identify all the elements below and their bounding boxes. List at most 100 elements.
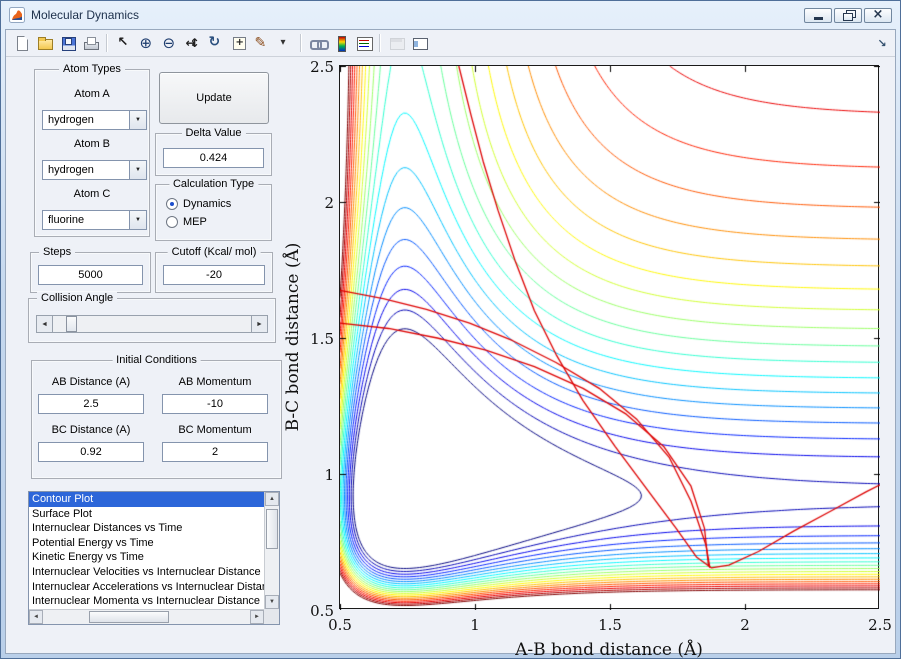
brush-button[interactable] bbox=[250, 32, 273, 55]
zoom-out-button[interactable] bbox=[158, 32, 181, 55]
initial-conditions-group-title: Initial Conditions bbox=[112, 354, 201, 366]
titlebar: Molecular Dynamics × bbox=[1, 1, 900, 29]
steps-field[interactable] bbox=[38, 265, 143, 285]
print-figure-icon bbox=[83, 35, 99, 51]
restore-button[interactable] bbox=[834, 8, 862, 23]
atom-b-value: hydrogen bbox=[43, 164, 129, 176]
list-item[interactable]: Potential Energy vs Time bbox=[29, 536, 264, 551]
brush-icon bbox=[254, 35, 270, 51]
open-file-icon bbox=[37, 35, 53, 51]
atom-b-dropdown[interactable]: hydrogen ▼ bbox=[42, 160, 147, 180]
y-tick-label: 2.5 bbox=[296, 58, 334, 76]
list-item[interactable]: Internuclear Momenta vs Internuclear Dis… bbox=[29, 594, 264, 609]
steps-group-title: Steps bbox=[39, 246, 75, 258]
atom-b-label: Atom B bbox=[34, 138, 150, 150]
chevron-down-icon: ▼ bbox=[129, 111, 146, 129]
radio-button-icon bbox=[166, 198, 178, 210]
link-plot-button[interactable] bbox=[306, 32, 329, 55]
ab-momentum-field[interactable] bbox=[162, 394, 268, 414]
x-axis-label: A-B bond distance (Å) bbox=[340, 640, 878, 659]
new-figure-icon bbox=[14, 35, 30, 51]
collision-angle-slider[interactable]: ◄ ► bbox=[36, 315, 268, 333]
edit-plot-button[interactable] bbox=[112, 32, 135, 55]
pan-icon bbox=[185, 35, 201, 51]
app-window: Molecular Dynamics × ↘ Atom Types Atom A… bbox=[0, 0, 901, 659]
scrollbar-corner bbox=[264, 609, 279, 624]
dock-figure-button[interactable]: ↘ bbox=[873, 34, 891, 52]
vertical-scrollbar[interactable]: ▲ ▼ bbox=[264, 492, 279, 609]
list-item[interactable]: Surface Plot bbox=[29, 507, 264, 522]
rotate-3d-icon bbox=[208, 35, 224, 51]
insert-colorbar-button[interactable] bbox=[329, 32, 352, 55]
bc-momentum-field[interactable] bbox=[162, 442, 268, 462]
hide-plot-tools-button[interactable] bbox=[385, 32, 408, 55]
window-controls: × bbox=[804, 8, 892, 23]
save-figure-icon bbox=[60, 35, 76, 51]
scroll-left-icon[interactable]: ◄ bbox=[29, 610, 43, 624]
slider-thumb[interactable] bbox=[66, 316, 77, 332]
dock-arrow-icon: ↘ bbox=[877, 37, 886, 50]
horizontal-scrollbar[interactable]: ◄ ► bbox=[29, 609, 264, 624]
insert-legend-button[interactable] bbox=[352, 32, 375, 55]
show-plot-tools-button[interactable] bbox=[408, 32, 431, 55]
brush-menu-button[interactable] bbox=[273, 32, 296, 55]
atom-a-label: Atom A bbox=[34, 88, 150, 100]
atom-c-label: Atom C bbox=[34, 188, 150, 200]
ab-momentum-label: AB Momentum bbox=[162, 376, 268, 388]
zoom-in-button[interactable] bbox=[135, 32, 158, 55]
calculation-type-group-title: Calculation Type bbox=[169, 178, 258, 190]
new-figure-button[interactable] bbox=[10, 32, 33, 55]
open-file-button[interactable] bbox=[33, 32, 56, 55]
list-item[interactable]: Contour Plot bbox=[29, 492, 264, 507]
list-item[interactable]: Kinetic Energy vs Time bbox=[29, 550, 264, 565]
list-item[interactable]: Internuclear Velocities vs Internuclear … bbox=[29, 565, 264, 580]
radio-button-icon bbox=[166, 216, 178, 228]
atom-c-value: fluorine bbox=[43, 214, 129, 226]
rotate-3d-button[interactable] bbox=[204, 32, 227, 55]
atom-c-dropdown[interactable]: fluorine ▼ bbox=[42, 210, 147, 230]
ab-distance-label: AB Distance (A) bbox=[38, 376, 144, 388]
atom-a-value: hydrogen bbox=[43, 114, 129, 126]
chevron-down-icon: ▼ bbox=[129, 161, 146, 179]
data-cursor-icon bbox=[231, 35, 247, 51]
slider-left-arrow[interactable]: ◄ bbox=[37, 316, 53, 332]
x-tick-label: 2.5 bbox=[860, 616, 900, 634]
delta-value-group-title: Delta Value bbox=[181, 127, 245, 139]
radio-mep-label: MEP bbox=[183, 216, 207, 228]
delta-value-field[interactable] bbox=[163, 148, 264, 168]
slider-right-arrow[interactable]: ► bbox=[251, 316, 267, 332]
save-figure-button[interactable] bbox=[56, 32, 79, 55]
radio-mep[interactable]: MEP bbox=[166, 216, 207, 228]
link-plot-icon bbox=[310, 35, 326, 51]
print-figure-button[interactable] bbox=[79, 32, 102, 55]
insert-colorbar-icon bbox=[333, 35, 349, 51]
data-cursor-button[interactable] bbox=[227, 32, 250, 55]
cutoff-field[interactable] bbox=[163, 265, 265, 285]
ab-distance-field[interactable] bbox=[38, 394, 144, 414]
vertical-scrollbar-thumb[interactable] bbox=[266, 509, 278, 549]
scroll-down-icon[interactable]: ▼ bbox=[265, 595, 279, 609]
atom-a-dropdown[interactable]: hydrogen ▼ bbox=[42, 110, 147, 130]
window-title: Molecular Dynamics bbox=[31, 8, 139, 22]
listbox-items: Contour PlotSurface PlotInternuclear Dis… bbox=[29, 492, 264, 609]
pan-button[interactable] bbox=[181, 32, 204, 55]
scroll-up-icon[interactable]: ▲ bbox=[265, 492, 279, 506]
horizontal-scrollbar-thumb[interactable] bbox=[89, 611, 169, 623]
close-button[interactable]: × bbox=[864, 8, 892, 23]
bc-momentum-label: BC Momentum bbox=[162, 424, 268, 436]
cutoff-group-title: Cutoff (Kcal/ mol) bbox=[168, 246, 261, 258]
scroll-right-icon[interactable]: ► bbox=[250, 610, 264, 624]
bc-distance-field[interactable] bbox=[38, 442, 144, 462]
update-button[interactable]: Update bbox=[159, 72, 269, 124]
chevron-down-icon: ▼ bbox=[129, 211, 146, 229]
y-tick-label: 1 bbox=[296, 466, 334, 484]
collision-angle-group-title: Collision Angle bbox=[37, 292, 117, 304]
radio-dynamics[interactable]: Dynamics bbox=[166, 198, 231, 210]
minimize-button[interactable] bbox=[804, 8, 832, 23]
zoom-out-icon bbox=[162, 35, 178, 51]
hide-plot-tools-icon bbox=[389, 35, 405, 51]
contour-plot-canvas[interactable] bbox=[340, 66, 880, 610]
list-item[interactable]: Internuclear Accelerations vs Internucle… bbox=[29, 580, 264, 595]
list-item[interactable]: Internuclear Distances vs Time bbox=[29, 521, 264, 536]
plot-type-listbox[interactable]: Contour PlotSurface PlotInternuclear Dis… bbox=[28, 491, 280, 625]
